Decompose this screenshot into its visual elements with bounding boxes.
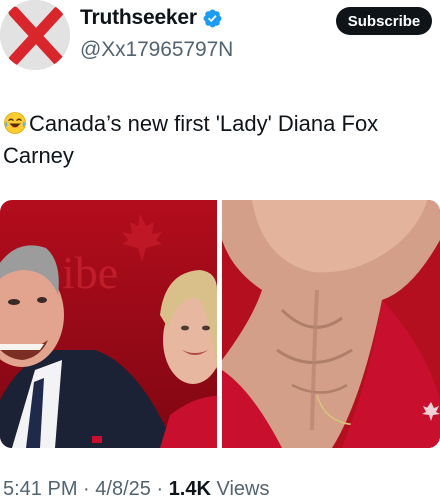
red-x-avatar-icon [0, 0, 70, 70]
author-name-row[interactable]: Truthseeker [80, 6, 223, 30]
tweet-date[interactable]: 4/8/25 [95, 478, 151, 500]
photo-right[interactable] [222, 200, 440, 448]
views-count: 1.4K [168, 478, 211, 500]
tweet-media[interactable]: ibe [0, 200, 440, 448]
watermark-text: ibe [62, 247, 118, 298]
meta-separator: · [156, 478, 164, 500]
author-handle[interactable]: @Xx17965797N [80, 38, 233, 62]
tweet-card: Truthseeker @Xx17965797N Subscribe Canad… [0, 0, 440, 500]
verified-badge-icon [202, 8, 223, 29]
laughing-crying-emoji-icon [3, 111, 27, 135]
photo-left[interactable]: ibe [0, 200, 217, 448]
avatar[interactable] [0, 0, 70, 70]
meta-separator: · [83, 478, 90, 500]
views-label: Views [216, 478, 270, 500]
tweet-text: Canada’s new first 'Lady' Diana Fox Carn… [3, 108, 433, 172]
subscribe-button[interactable]: Subscribe [336, 7, 432, 35]
author-display-name[interactable]: Truthseeker [80, 6, 197, 30]
tweet-body: Canada’s new first 'Lady' Diana Fox Carn… [3, 111, 379, 168]
photo-right-image [222, 200, 440, 448]
tweet-meta: 5:41 PM · 4/8/25 · 1.4K Views [3, 478, 270, 500]
photo-left-image: ibe [0, 200, 217, 448]
tweet-time[interactable]: 5:41 PM [3, 478, 77, 500]
